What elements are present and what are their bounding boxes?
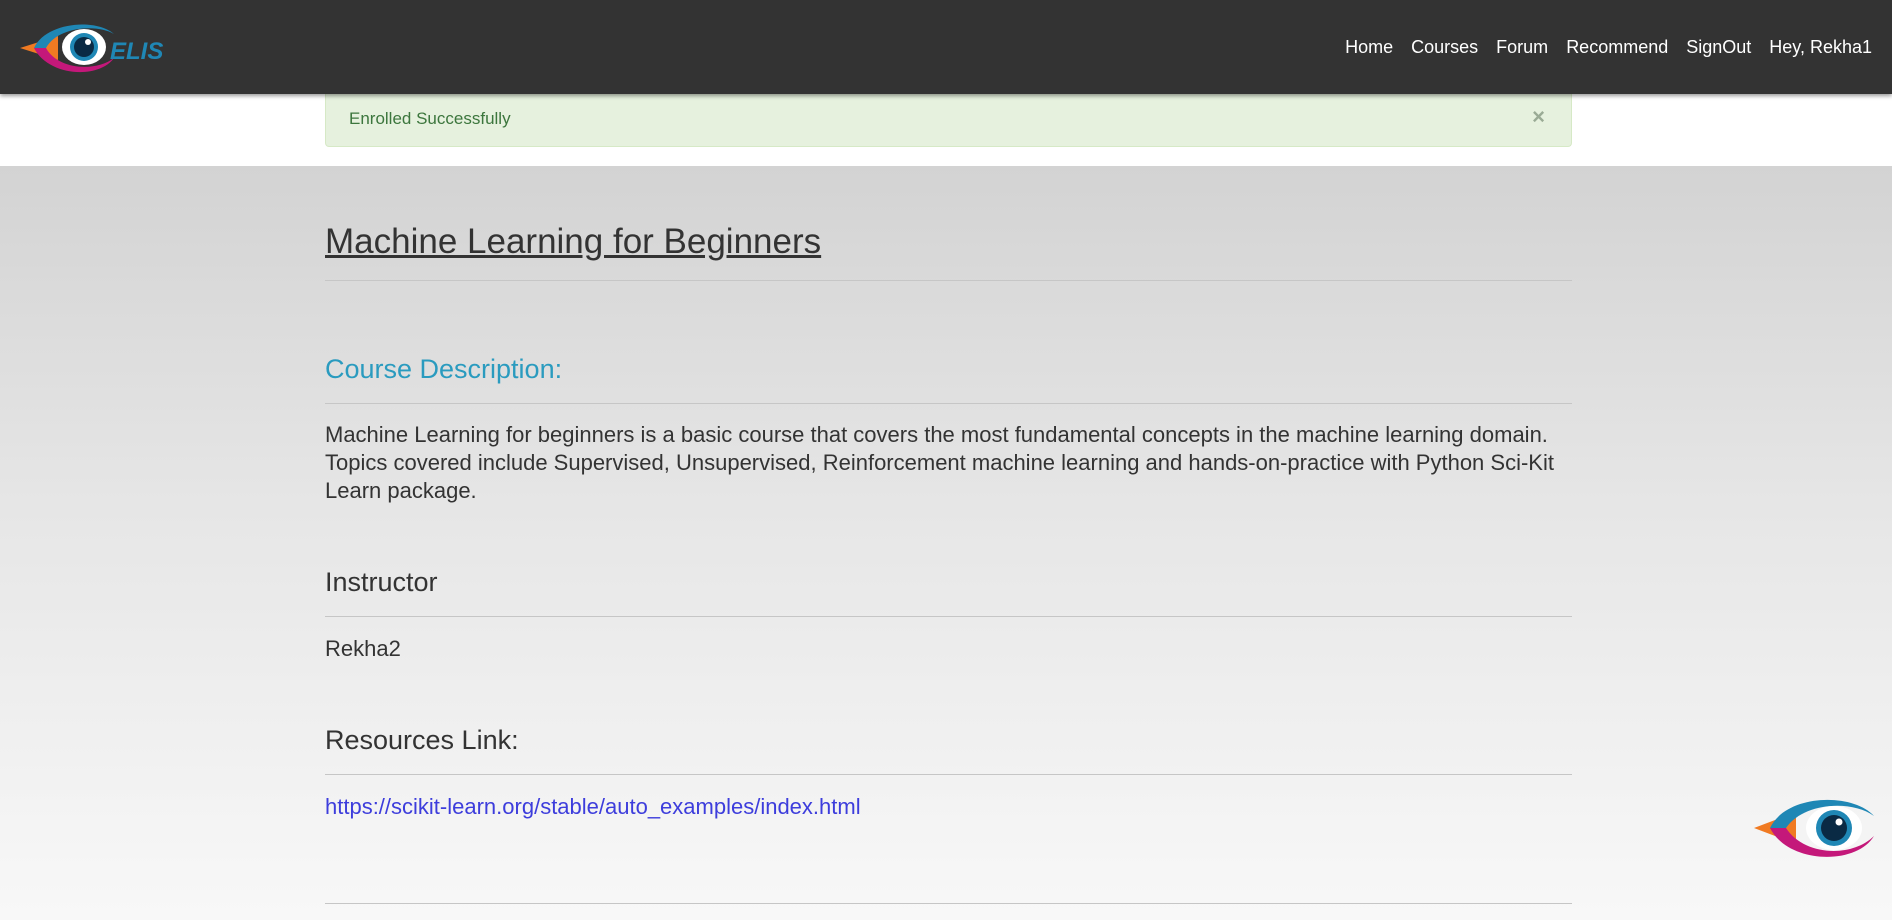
course-description-text: Machine Learning for beginners is a basi…: [325, 422, 1554, 503]
resources-heading: Resources Link:: [325, 725, 519, 755]
divider: [325, 403, 1572, 404]
instructor-heading: Instructor: [325, 567, 438, 597]
divider: [325, 774, 1572, 775]
course-description-heading: Course Description:: [325, 354, 563, 384]
nav-forum-link[interactable]: Forum: [1496, 37, 1548, 58]
eye-logo-icon[interactable]: [1752, 792, 1876, 864]
nav-menu: Home Courses Forum Recommend SignOut Hey…: [1327, 0, 1872, 94]
divider: [325, 280, 1572, 281]
close-icon[interactable]: ×: [1532, 106, 1545, 128]
nav-courses-link[interactable]: Courses: [1411, 37, 1478, 58]
alert-area: Enrolled Successfully ×: [0, 94, 1892, 166]
elis-logo[interactable]: ELIS: [18, 14, 178, 80]
resources-link[interactable]: https://scikit-learn.org/stable/auto_exa…: [325, 794, 861, 820]
nav-home-link[interactable]: Home: [1345, 37, 1393, 58]
instructor-name: Rekha2: [325, 636, 401, 661]
course-detail-section: Machine Learning for Beginners Course De…: [0, 166, 1892, 920]
divider: [325, 903, 1572, 904]
success-alert: Enrolled Successfully ×: [325, 94, 1572, 147]
divider: [325, 616, 1572, 617]
course-title[interactable]: Machine Learning for Beginners: [325, 222, 821, 262]
alert-message: Enrolled Successfully: [349, 109, 511, 128]
nav-signout-link[interactable]: SignOut: [1686, 37, 1751, 58]
top-navbar: ELIS Home Courses Forum Recommend SignOu…: [0, 0, 1892, 94]
nav-user-greeting[interactable]: Hey, Rekha1: [1769, 37, 1872, 58]
logo-text: ELIS: [110, 38, 163, 65]
nav-recommend-link[interactable]: Recommend: [1566, 37, 1668, 58]
